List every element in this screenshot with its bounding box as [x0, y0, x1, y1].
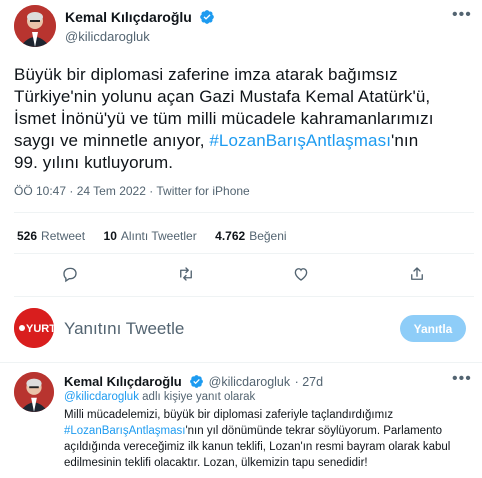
share-icon[interactable] [405, 262, 429, 286]
reply-line: edilmesinin teklifi olacaktır. Lozan, ül… [64, 457, 368, 469]
retweet-count: 526 [17, 229, 38, 243]
divider [14, 296, 474, 297]
tweet-meta: ÖÖ 10:47 · 24 Tem 2022 · Twitter for iPh… [14, 184, 250, 198]
more-icon[interactable]: ••• [452, 6, 472, 24]
like-label: Beğeni [249, 229, 287, 243]
reply-tweet-text: Milli mücadelemizi, büyük bir diplomasi … [64, 407, 479, 471]
stats-row: 526 Retweet 10 Alıntı Tweetler 4.762 Beğeni [17, 227, 287, 245]
reply-line: açıldığında vereceğimiz ilk kanun teklif… [64, 441, 451, 453]
verified-badge-icon [199, 9, 215, 30]
more-icon[interactable]: ••• [452, 370, 472, 388]
reply-icon[interactable] [58, 262, 82, 286]
like-count: 4.762 [215, 229, 246, 243]
tweet-source[interactable]: Twitter for iPhone [156, 184, 249, 198]
replying-to-label: adlı kişiye yanıt olarak [142, 391, 256, 403]
tweet-time[interactable]: ÖÖ 10:47 [14, 184, 66, 198]
quote-label: Alıntı Tweetler [120, 229, 197, 243]
author-name[interactable]: Kemal Kılıçdaroğlu [65, 9, 192, 25]
divider [14, 212, 474, 213]
tweet-line: 99. yılını kutluyorum. [14, 153, 174, 172]
retweet-label: Retweet [41, 229, 86, 243]
replying-to-handle[interactable]: @kilicdarogluk [64, 391, 139, 403]
reply-line: Milli mücadelemizi, büyük bir diplomasi … [64, 409, 394, 421]
divider [14, 253, 474, 254]
replying-to: @kilicdarogluk adlı kişiye yanıt olarak [64, 391, 255, 403]
like-icon[interactable] [289, 262, 313, 286]
author-handle[interactable]: @kilicdarogluk [65, 29, 150, 44]
reply-text-segment: 'nın yıl dönümünde tekrar söylüyorum. Pa… [185, 425, 443, 437]
retweet-icon[interactable] [174, 262, 198, 286]
tweet-text: Büyük bir diplomasi zaferine imza atarak… [14, 64, 474, 174]
tweet-line: İsmet İnönü'yü ve tüm milli mücadele kah… [14, 109, 434, 128]
quote-stat[interactable]: 10 Alıntı Tweetler [104, 227, 197, 244]
tweet-date[interactable]: 24 Tem 2022 [77, 184, 146, 198]
quote-count: 10 [103, 229, 117, 243]
yurt-logo-text: YURT [26, 323, 54, 335]
tweet-line: Türkiye'nin yolunu açan Gazi Mustafa Kem… [14, 87, 431, 106]
divider [0, 362, 482, 363]
reply-author-name[interactable]: Kemal Kılıçdaroğlu [64, 374, 182, 389]
author-avatar[interactable] [14, 5, 56, 47]
user-avatar[interactable]: YURT [14, 308, 54, 348]
hashtag-link[interactable]: #LozanBarışAntlaşması [64, 425, 185, 437]
reply-author-avatar[interactable] [14, 372, 54, 412]
hashtag-link[interactable]: #LozanBarışAntlaşması [209, 131, 391, 150]
tweet-text-segment: 'nın [391, 131, 419, 150]
reply-button[interactable]: Yanıtla [400, 315, 466, 342]
reply-line: #LozanBarışAntlaşması'nın yıl dönümünde … [64, 423, 479, 439]
reply-author-handle[interactable]: @kilicdarogluk [209, 375, 290, 389]
tweet-line: saygı ve minnetle anıyor, #LozanBarışAnt… [14, 130, 474, 152]
tweet-line: Büyük bir diplomasi zaferine imza atarak… [14, 65, 398, 84]
reply-age[interactable]: · 27d [295, 375, 324, 389]
like-stat[interactable]: 4.762 Beğeni [215, 227, 286, 244]
retweet-stat[interactable]: 526 Retweet [17, 227, 85, 244]
reply-input[interactable]: Yanıtını Tweetle [64, 319, 184, 339]
tweet-text-segment: saygı ve minnetle anıyor, [14, 131, 210, 150]
